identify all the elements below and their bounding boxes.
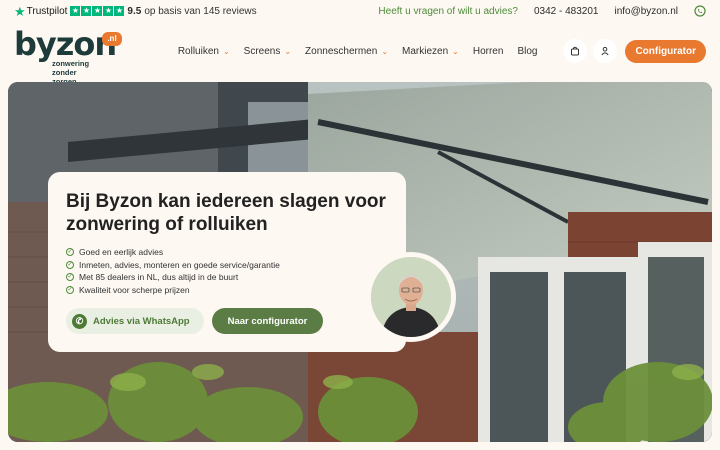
cart-button[interactable]: [563, 39, 588, 63]
star-icon: ★: [70, 6, 81, 16]
account-button[interactable]: [593, 39, 618, 63]
trustpilot-label[interactable]: Trustpilot: [27, 6, 68, 17]
nav-item-horren[interactable]: Horren: [473, 46, 504, 57]
phone-link[interactable]: 0342 - 483201: [534, 6, 599, 17]
rating-score: 9.5: [127, 5, 142, 17]
help-link[interactable]: Heeft u vragen of wilt u advies?: [378, 6, 518, 17]
trustpilot-star-icon: ★: [14, 3, 26, 19]
star-icon: ★: [114, 6, 125, 16]
nav-item-label: Rolluiken: [177, 45, 219, 57]
chevron-down-icon: ⌄: [284, 46, 292, 56]
nav-item-markiezen[interactable]: Markiezen ⌄: [402, 46, 459, 57]
to-configurator-button[interactable]: Naar configurator: [211, 308, 324, 334]
check-circle-icon: ✓: [66, 248, 74, 257]
hero-card: Bij Byzon kan iedereen slagen voor zonwe…: [48, 172, 406, 352]
logo-word: byzon: [14, 25, 117, 63]
trustpilot-stars: ★ ★ ★ ★ ★: [70, 6, 125, 16]
top-bar: ★ Trustpilot ★ ★ ★ ★ ★ 9.5 op basis van 145 …: [0, 0, 720, 22]
shopping-bag-icon: [571, 46, 580, 56]
whatsapp-advice-button[interactable]: ✆ Advies via WhatsApp: [66, 308, 204, 334]
chevron-down-icon: ⌄: [381, 46, 389, 56]
nav-item-screens[interactable]: Screens ⌄: [244, 46, 291, 57]
usp-list: ✓ Goed en eerlijk advies ✓ Inmeten, advies…: [66, 246, 388, 296]
whatsapp-button-label: Advies via WhatsApp: [93, 315, 190, 327]
advisor-photo: [371, 257, 451, 337]
check-circle-icon: ✓: [66, 285, 74, 294]
configurator-button[interactable]: Configurator: [625, 39, 706, 63]
star-icon: ★: [92, 6, 103, 16]
nav-item-label: Blog: [517, 45, 538, 57]
check-circle-icon: ✓: [66, 273, 74, 282]
top-contact: Heeft u vragen of wilt u advies? 0342 - …: [378, 5, 706, 17]
user-icon: [601, 46, 610, 56]
check-circle-icon: ✓: [66, 260, 74, 269]
star-icon: ★: [81, 6, 92, 16]
whatsapp-icon: ✆: [72, 313, 87, 329]
nav-item-zonneschermen[interactable]: Zonneschermen ⌄: [305, 46, 388, 57]
logo-tagline-line1: zonwering: [52, 59, 90, 68]
usp-text: Inmeten, advies, monteren en goede servi…: [79, 259, 280, 270]
logo-badge: .nl: [102, 32, 122, 46]
whatsapp-icon[interactable]: [694, 5, 706, 17]
nav-item-label: Zonneschermen: [305, 45, 378, 57]
email-link[interactable]: info@byzon.nl: [614, 6, 678, 17]
usp-text: Met 85 dealers in NL, dus altijd in de b…: [79, 272, 239, 283]
usp-item: ✓ Inmeten, advies, monteren en goede serv…: [66, 259, 388, 272]
nav-item-label: Horren: [472, 45, 504, 57]
usp-item: ✓ Kwaliteit voor scherpe prijzen: [66, 284, 388, 297]
usp-text: Goed en eerlijk advies: [79, 247, 164, 258]
reviews-count[interactable]: op basis van 145 reviews: [144, 6, 256, 17]
chevron-down-icon: ⌄: [222, 46, 230, 56]
hero-title: Bij Byzon kan iedereen slagen voor zonwe…: [66, 191, 386, 235]
main-nav: Rolluiken ⌄ Screens ⌄ Zonneschermen ⌄ Ma…: [178, 46, 538, 57]
nav-item-blog[interactable]: Blog: [517, 46, 537, 57]
header-icons: [563, 39, 618, 63]
hero-buttons: ✆ Advies via WhatsApp Naar configurator: [66, 308, 388, 334]
chevron-down-icon: ⌄: [452, 46, 459, 56]
advisor-portrait: [371, 257, 451, 337]
usp-text: Kwaliteit voor scherpe prijzen: [79, 284, 190, 295]
byzon-logo[interactable]: byzon .nl zonwering zonder zorgen: [14, 26, 122, 86]
nav-item-label: Screens: [243, 45, 281, 57]
usp-item: ✓ Met 85 dealers in NL, dus altijd in de …: [66, 271, 388, 284]
star-icon: ★: [103, 6, 114, 16]
nav-item-rolluiken[interactable]: Rolluiken ⌄: [178, 46, 230, 57]
nav-item-label: Markiezen: [402, 45, 449, 57]
advisor-avatar: [366, 252, 456, 342]
main-header: byzon .nl zonwering zonder zorgen Rollui…: [0, 22, 720, 86]
usp-item: ✓ Goed en eerlijk advies: [66, 246, 388, 259]
